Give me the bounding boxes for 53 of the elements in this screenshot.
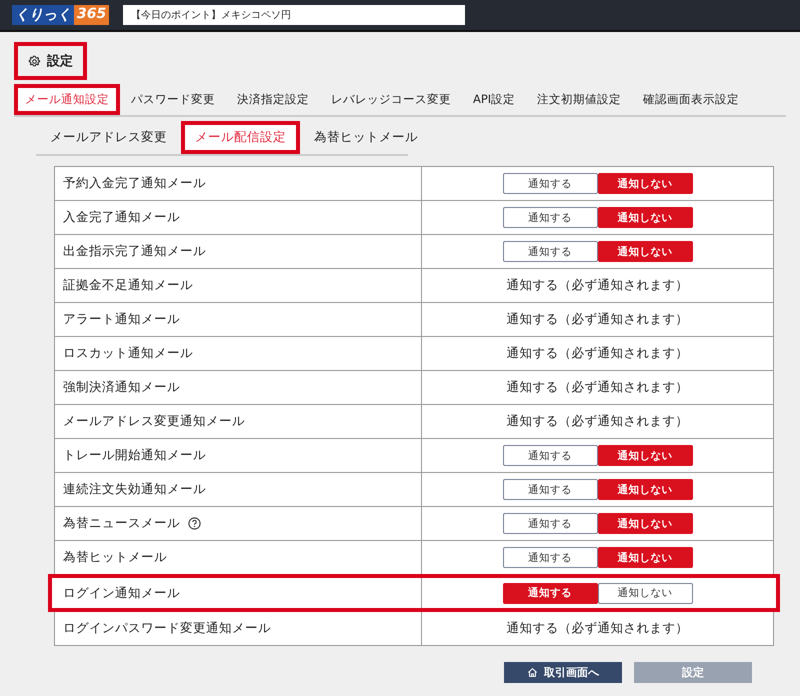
mail-type-label: 出金指示完了通知メール [63, 243, 206, 260]
footer-button[interactable]: 取引画面へ [504, 662, 622, 683]
fixed-setting-text: 通知する（必ず通知されます） [506, 620, 688, 637]
mail-type-label: 為替ニュースメール [63, 515, 180, 532]
settings-tab[interactable]: 注文初期値設定 [526, 84, 632, 115]
toggle-option[interactable]: 通知しない [598, 207, 692, 228]
mail-type-label: アラート通知メール [63, 311, 180, 328]
sub-tab[interactable]: メール配信設定 [181, 121, 300, 154]
news-ticker: 【今日のポイント】メキシコペソ円 [123, 5, 466, 25]
settings-tab[interactable]: 確認画面表示設定 [632, 84, 750, 115]
fixed-setting-text: 通知する（必ず通知されます） [506, 277, 688, 294]
mail-type-label: ロスカット通知メール [63, 345, 193, 362]
toggle-option[interactable]: 通知する [502, 547, 598, 568]
mail-type-label: 強制決済通知メール [63, 379, 180, 396]
toggle-option[interactable]: 通知しない [598, 513, 692, 534]
toggle-option[interactable]: 通知しない [598, 582, 692, 604]
toggle-option[interactable]: 通知しない [598, 173, 692, 194]
settings-tab[interactable]: API設定 [462, 84, 526, 115]
mail-type-label: 連続注文失効通知メール [63, 481, 206, 498]
page-title: 設定 [47, 52, 73, 70]
mail-type-label: 入金完了通知メール [63, 209, 180, 226]
mail-type-label: 為替ヒットメール [63, 549, 167, 566]
settings-tab[interactable]: パスワード変更 [120, 84, 226, 115]
toggle-option[interactable]: 通知する [502, 582, 598, 604]
mail-type-label: ログインパスワード変更通知メール [63, 620, 271, 637]
settings-icon [28, 54, 41, 68]
toggle-option[interactable]: 通知する [502, 445, 598, 466]
mail-type-label: トレール開始通知メール [63, 447, 206, 464]
toggle-option[interactable]: 通知しない [598, 479, 692, 500]
sub-tab[interactable]: メールアドレス変更 [36, 121, 181, 154]
toggle-option[interactable]: 通知しない [598, 547, 692, 568]
fixed-setting-text: 通知する（必ず通知されます） [506, 413, 688, 430]
settings-tab[interactable]: メール通知設定 [14, 84, 120, 115]
mail-type-label: 証拠金不足通知メール [63, 277, 193, 294]
fixed-setting-text: 通知する（必ず通知されます） [506, 379, 688, 396]
home-icon [527, 667, 538, 678]
toggle-option[interactable]: 通知する [502, 513, 598, 534]
toggle-option[interactable]: 通知する [502, 241, 598, 262]
mail-type-label: ログイン通知メール [63, 584, 180, 602]
toggle-option[interactable]: 通知しない [598, 445, 692, 466]
mail-type-label: 予約入金完了通知メール [63, 175, 206, 192]
toggle-option[interactable]: 通知する [502, 173, 598, 194]
settings-tab[interactable]: レバレッジコース変更 [320, 84, 462, 115]
help-icon[interactable] [188, 517, 201, 530]
settings-tab[interactable]: 決済指定設定 [226, 84, 320, 115]
mail-type-label: メールアドレス変更通知メール [63, 413, 245, 430]
toggle-option[interactable]: 通知する [502, 207, 598, 228]
logo: くりっく 365 [12, 5, 110, 25]
sub-tab[interactable]: 為替ヒットメール [300, 121, 432, 154]
fixed-setting-text: 通知する（必ず通知されます） [506, 345, 688, 362]
toggle-option[interactable]: 通知する [502, 479, 598, 500]
toggle-option[interactable]: 通知しない [598, 241, 692, 262]
fixed-setting-text: 通知する（必ず通知されます） [506, 311, 688, 328]
